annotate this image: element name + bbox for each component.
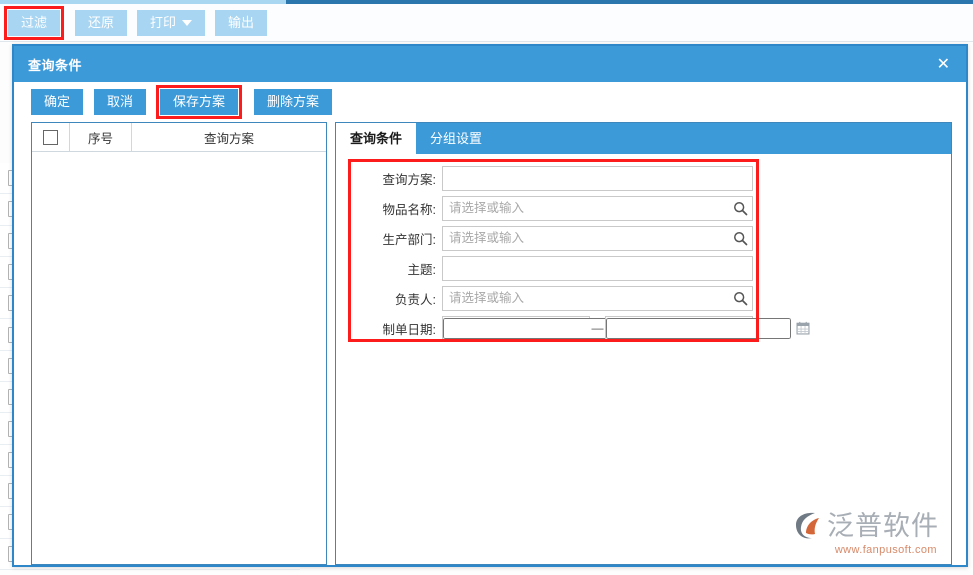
label-subject: 主题: bbox=[407, 262, 436, 277]
search-icon[interactable] bbox=[728, 197, 752, 220]
field-production-department[interactable] bbox=[442, 225, 753, 251]
label-item-name: 物品名称: bbox=[382, 202, 436, 217]
label-query-scheme: 查询方案: bbox=[382, 172, 436, 187]
delete-scheme-button[interactable]: 删除方案 bbox=[254, 89, 333, 115]
field-owner[interactable] bbox=[442, 285, 753, 311]
main-toolbar: 过滤 还原 打印 输出 bbox=[0, 4, 973, 42]
tab-query-conditions[interactable]: 查询条件 bbox=[336, 123, 417, 154]
date-range-separator: — bbox=[591, 321, 604, 335]
toolbar-button-export[interactable]: 输出 bbox=[215, 9, 268, 36]
watermark: 泛普软件 www.fanpusoft.com bbox=[793, 511, 939, 556]
select-all-checkbox[interactable] bbox=[43, 129, 58, 145]
field-subject[interactable] bbox=[442, 255, 753, 281]
scheme-list-header-name: 查询方案 bbox=[203, 131, 254, 146]
production-department-input[interactable] bbox=[443, 226, 728, 250]
scheme-list-header-index: 序号 bbox=[70, 123, 132, 151]
scheme-list-panel: 序号 查询方案 bbox=[31, 122, 327, 565]
toolbar-button-filter-label: 过滤 bbox=[21, 14, 48, 30]
dialog-header: 查询条件 ✕ bbox=[14, 46, 966, 82]
field-row-subject: 主题: bbox=[336, 253, 951, 283]
scheme-list-header-checkbox-cell bbox=[32, 123, 70, 151]
dialog-action-bar: 确定 取消 保存方案 删除方案 bbox=[14, 82, 966, 122]
form-tabstrip: 查询条件 分组设置 bbox=[336, 123, 951, 154]
chevron-down-icon bbox=[182, 19, 193, 26]
field-row-item-name: 物品名称: bbox=[336, 193, 951, 223]
save-scheme-button[interactable]: 保存方案 bbox=[156, 85, 243, 119]
close-icon[interactable]: ✕ bbox=[933, 54, 954, 74]
form-area: 查询方案: 物品名称: 请选择或输入 生产部门: 请选择或输入 主题: 负责人:… bbox=[336, 154, 951, 564]
query-form-panel: 查询条件 分组设置 查询方案: 物品名称: 请选择或输入 生产部门: 请选择或输… bbox=[335, 122, 952, 565]
scheme-list-header: 序号 查询方案 bbox=[32, 123, 326, 152]
item-name-input[interactable] bbox=[443, 196, 728, 220]
dialog-title: 查询条件 bbox=[28, 57, 83, 73]
fanpu-logo-icon bbox=[796, 512, 819, 539]
field-row-production-department: 生产部门: bbox=[336, 223, 951, 253]
field-row-owner: 负责人: bbox=[336, 283, 951, 313]
toolbar-button-print[interactable]: 打印 bbox=[137, 9, 206, 36]
toolbar-button-export-label: 输出 bbox=[228, 14, 255, 30]
field-create-date-range: — bbox=[442, 315, 810, 341]
create-date-to[interactable] bbox=[605, 315, 810, 341]
confirm-button[interactable]: 确定 bbox=[31, 89, 84, 115]
calendar-icon[interactable] bbox=[791, 317, 815, 340]
watermark-url: www.fanpusoft.com bbox=[834, 544, 937, 556]
toolbar-button-print-label: 打印 bbox=[150, 14, 177, 30]
field-row-query-scheme: 查询方案: bbox=[336, 163, 951, 193]
subject-input[interactable] bbox=[443, 256, 752, 280]
field-item-name[interactable] bbox=[442, 195, 753, 221]
field-row-create-date: 制单日期: — bbox=[336, 313, 951, 343]
watermark-brand: 泛普软件 bbox=[827, 510, 939, 542]
field-query-scheme[interactable] bbox=[442, 165, 753, 191]
toolbar-button-restore-label: 还原 bbox=[88, 14, 115, 30]
tab-group-settings[interactable]: 分组设置 bbox=[416, 123, 496, 154]
label-owner: 负责人: bbox=[395, 292, 436, 307]
create-date-to-input[interactable] bbox=[606, 317, 791, 339]
cancel-button[interactable]: 取消 bbox=[94, 89, 147, 115]
create-date-from[interactable] bbox=[442, 315, 647, 341]
search-icon[interactable] bbox=[728, 287, 752, 310]
watermark-row: 泛普软件 bbox=[793, 511, 939, 541]
toolbar-button-restore[interactable]: 还原 bbox=[75, 9, 128, 36]
search-icon[interactable] bbox=[728, 227, 752, 250]
label-create-date: 制单日期: bbox=[382, 322, 436, 337]
scheme-list-rows[interactable] bbox=[32, 152, 326, 564]
query-condition-dialog: 查询条件 ✕ 确定 取消 保存方案 删除方案 序号 查询方案 查询条件 分组设置 bbox=[12, 44, 968, 567]
toolbar-button-filter[interactable]: 过滤 bbox=[3, 5, 65, 40]
query-scheme-input[interactable] bbox=[443, 166, 752, 190]
label-production-department: 生产部门: bbox=[382, 232, 436, 247]
owner-input[interactable] bbox=[443, 286, 728, 310]
dialog-body: 序号 查询方案 查询条件 分组设置 查询方案: 物品名称: 请选择或输入 生产部… bbox=[14, 122, 966, 565]
